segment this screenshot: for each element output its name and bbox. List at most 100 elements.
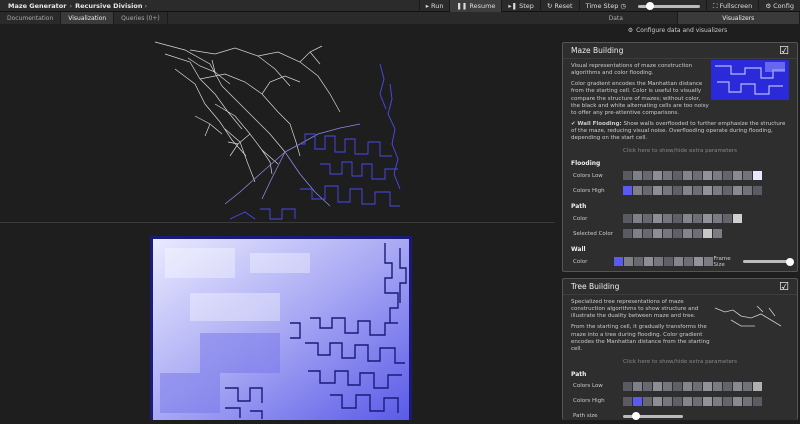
- color-swatch[interactable]: [623, 186, 632, 195]
- enabled-checkbox[interactable]: ☑: [779, 280, 789, 293]
- color-swatch[interactable]: [713, 186, 722, 195]
- color-swatch[interactable]: [623, 397, 632, 406]
- slider-knob[interactable]: [632, 412, 640, 420]
- color-swatch[interactable]: [673, 382, 682, 391]
- selected-color-swatches[interactable]: [623, 229, 722, 238]
- extra-params-link[interactable]: Click here to show/hide extra parameters: [563, 142, 797, 154]
- color-swatch[interactable]: [623, 229, 632, 238]
- color-swatch[interactable]: [733, 214, 742, 223]
- color-swatch[interactable]: [713, 397, 722, 406]
- color-swatch[interactable]: [723, 214, 732, 223]
- tab-documentation[interactable]: Documentation: [0, 12, 61, 24]
- color-swatch[interactable]: [743, 186, 752, 195]
- color-swatch[interactable]: [633, 214, 642, 223]
- enabled-checkbox[interactable]: ☑: [779, 44, 789, 57]
- color-swatch[interactable]: [723, 382, 732, 391]
- color-swatch[interactable]: [653, 214, 662, 223]
- color-swatch[interactable]: [653, 397, 662, 406]
- color-swatch[interactable]: [753, 397, 762, 406]
- color-swatch[interactable]: [693, 171, 702, 180]
- color-swatch[interactable]: [703, 382, 712, 391]
- color-swatch[interactable]: [633, 229, 642, 238]
- color-swatch[interactable]: [733, 171, 742, 180]
- maze-visualization-canvas[interactable]: [0, 223, 555, 420]
- color-swatch[interactable]: [693, 397, 702, 406]
- color-swatch[interactable]: [693, 186, 702, 195]
- color-swatch[interactable]: [653, 171, 662, 180]
- color-swatch[interactable]: [644, 257, 653, 266]
- color-swatch[interactable]: [683, 186, 692, 195]
- frame-size-slider[interactable]: [743, 260, 789, 263]
- color-swatch[interactable]: [664, 257, 673, 266]
- color-swatch[interactable]: [703, 229, 712, 238]
- color-swatch[interactable]: [753, 171, 762, 180]
- color-swatch[interactable]: [643, 171, 652, 180]
- color-swatch[interactable]: [633, 397, 642, 406]
- color-swatch[interactable]: [643, 382, 652, 391]
- color-swatch[interactable]: [713, 229, 722, 238]
- color-swatch[interactable]: [723, 397, 732, 406]
- color-swatch[interactable]: [713, 171, 722, 180]
- color-swatch[interactable]: [733, 186, 742, 195]
- color-swatch[interactable]: [703, 214, 712, 223]
- color-swatch[interactable]: [623, 382, 632, 391]
- tab-queries[interactable]: Queries (0+): [114, 12, 168, 24]
- color-swatch[interactable]: [713, 382, 722, 391]
- tab-data[interactable]: Data: [555, 12, 678, 24]
- breadcrumb-algorithm[interactable]: Recursive Division: [75, 2, 142, 10]
- run-button[interactable]: ▸Run: [419, 0, 450, 12]
- color-swatch[interactable]: [683, 382, 692, 391]
- color-swatch[interactable]: [703, 186, 712, 195]
- checkmark-icon[interactable]: ✔: [571, 121, 576, 127]
- color-swatch[interactable]: [643, 186, 652, 195]
- config-button[interactable]: ⚙Config: [758, 0, 800, 12]
- fullscreen-button[interactable]: ⛶Fullscreen: [706, 0, 758, 12]
- color-swatch[interactable]: [663, 382, 672, 391]
- color-swatch[interactable]: [643, 214, 652, 223]
- color-swatch[interactable]: [673, 214, 682, 223]
- colors-low-swatches[interactable]: [623, 171, 762, 180]
- color-swatch[interactable]: [753, 382, 762, 391]
- color-swatch[interactable]: [723, 186, 732, 195]
- color-swatch[interactable]: [673, 186, 682, 195]
- color-swatch[interactable]: [633, 382, 642, 391]
- color-swatch[interactable]: [694, 257, 703, 266]
- color-swatch[interactable]: [683, 214, 692, 223]
- color-swatch[interactable]: [663, 186, 672, 195]
- slider-knob[interactable]: [786, 258, 794, 266]
- resume-button[interactable]: ❚❚Resume: [449, 0, 501, 12]
- color-swatch[interactable]: [653, 229, 662, 238]
- wall-color-swatches[interactable]: [614, 257, 713, 266]
- color-swatch[interactable]: [683, 171, 692, 180]
- colors-high-swatches[interactable]: [623, 397, 762, 406]
- color-swatch[interactable]: [623, 171, 632, 180]
- color-swatch[interactable]: [653, 186, 662, 195]
- color-swatch[interactable]: [703, 171, 712, 180]
- color-swatch[interactable]: [663, 214, 672, 223]
- color-swatch[interactable]: [753, 186, 762, 195]
- configure-link[interactable]: ⚙ Configure data and visualizers: [555, 24, 800, 36]
- time-step-slider[interactable]: [638, 5, 700, 8]
- color-swatch[interactable]: [663, 397, 672, 406]
- color-swatch[interactable]: [733, 397, 742, 406]
- tab-visualization[interactable]: Visualization: [61, 12, 114, 24]
- color-swatch[interactable]: [743, 397, 752, 406]
- color-swatch[interactable]: [674, 257, 683, 266]
- color-swatch[interactable]: [643, 229, 652, 238]
- color-swatch[interactable]: [643, 397, 652, 406]
- color-swatch[interactable]: [673, 171, 682, 180]
- color-swatch[interactable]: [654, 257, 663, 266]
- color-swatch[interactable]: [634, 257, 643, 266]
- step-button[interactable]: ▸❚Step: [501, 0, 540, 12]
- colors-low-swatches[interactable]: [623, 382, 762, 391]
- extra-params-link[interactable]: Click here to show/hide extra parameters: [563, 353, 797, 365]
- color-swatch[interactable]: [673, 229, 682, 238]
- color-swatch[interactable]: [663, 171, 672, 180]
- slider-knob[interactable]: [646, 2, 654, 10]
- color-swatch[interactable]: [693, 229, 702, 238]
- tree-visualization-canvas[interactable]: [0, 24, 555, 222]
- color-swatch[interactable]: [743, 171, 752, 180]
- path-size-slider[interactable]: [623, 415, 683, 418]
- color-swatch[interactable]: [684, 257, 693, 266]
- color-swatch[interactable]: [743, 382, 752, 391]
